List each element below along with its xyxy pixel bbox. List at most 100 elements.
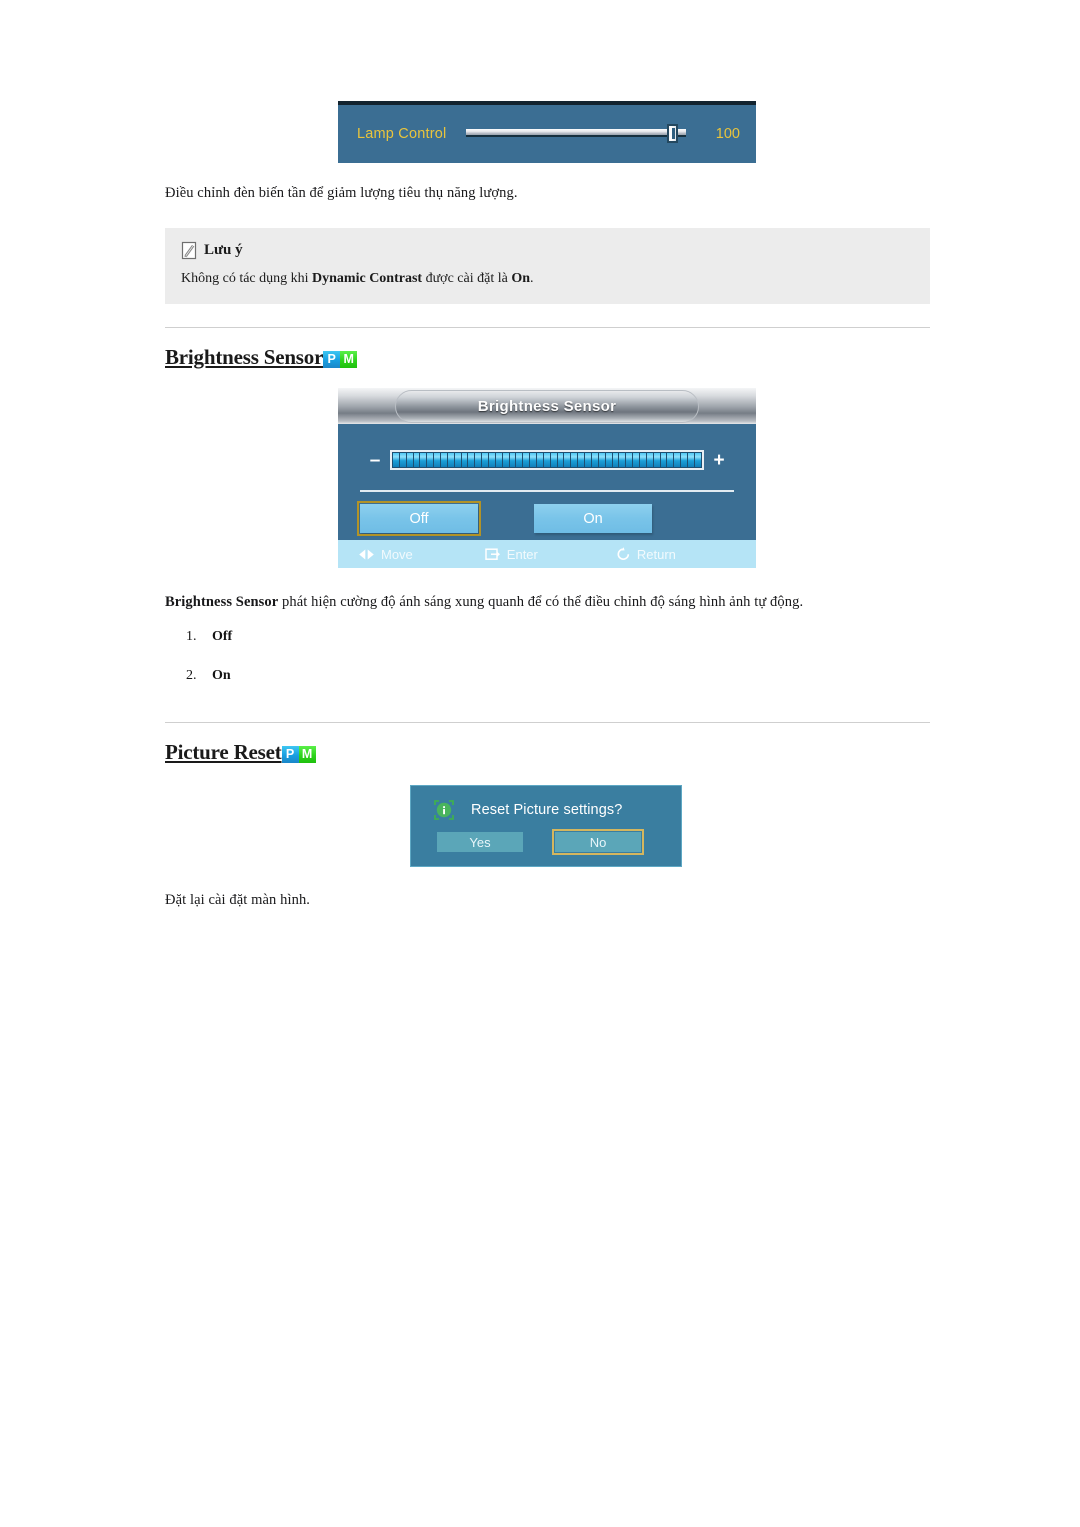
brightness-sensor-caption-term: Brightness Sensor — [165, 594, 279, 610]
section-divider-2 — [165, 722, 930, 723]
brightness-sensor-level-bar[interactable] — [390, 450, 704, 470]
level-segment — [502, 453, 509, 467]
footer-move-item[interactable]: Move — [358, 547, 413, 562]
level-segment — [619, 453, 626, 467]
level-segment — [694, 453, 701, 467]
lamp-control-slider-track — [466, 129, 686, 137]
level-segment — [687, 453, 694, 467]
level-segment — [393, 453, 399, 467]
lamp-control-slider[interactable] — [466, 124, 686, 143]
level-segment — [639, 453, 646, 467]
note-box: Lưu ý Không có tác dụng khi Dynamic Cont… — [165, 228, 930, 304]
level-segment — [660, 453, 667, 467]
move-left-right-icon — [358, 548, 375, 561]
picture-reset-yes-button[interactable]: Yes — [437, 832, 523, 852]
list-item: 1. Off — [186, 629, 232, 645]
level-segment — [482, 453, 489, 467]
brightness-sensor-on-button[interactable]: On — [534, 504, 652, 533]
level-segment — [420, 453, 427, 467]
brightness-sensor-title-pill: Brightness Sensor — [395, 390, 699, 423]
level-segment — [516, 453, 523, 467]
list-item-label: Off — [212, 629, 233, 644]
picture-reset-dialog: Reset Picture settings? Yes No — [410, 785, 682, 867]
brightness-sensor-bar-row: – + — [338, 424, 756, 470]
footer-return-item[interactable]: Return — [616, 547, 676, 562]
level-segment — [667, 453, 674, 467]
heading-brightness-sensor-badges: P M — [323, 351, 358, 370]
brightness-sensor-title: Brightness Sensor — [477, 398, 617, 415]
brightness-sensor-caption: Brightness Sensor phát hiện cường độ ánh… — [165, 592, 803, 613]
badge-m-icon: M — [340, 351, 358, 368]
level-segment — [543, 453, 550, 467]
picture-reset-no-button[interactable]: No — [552, 829, 644, 855]
level-segment — [605, 453, 612, 467]
return-arrow-icon — [616, 547, 631, 561]
heading-picture-reset: Picture Reset P M — [165, 740, 316, 765]
note-pencil-icon — [181, 241, 198, 260]
level-segment — [530, 453, 537, 467]
lamp-control-caption: Điều chỉnh đèn biến tần để giảm lượng ti… — [165, 185, 518, 201]
note-title-row: Lưu ý — [181, 241, 914, 260]
lamp-control-slider-handle[interactable] — [667, 124, 678, 143]
level-segment — [591, 453, 598, 467]
picture-reset-buttons: Yes No — [411, 821, 681, 855]
brightness-sensor-titlebar: Brightness Sensor — [338, 388, 756, 424]
list-item-number: 2. — [186, 668, 197, 683]
picture-reset-message: Reset Picture settings? — [471, 802, 623, 818]
lamp-control-label: Lamp Control — [357, 126, 447, 142]
brightness-sensor-separator — [360, 490, 734, 492]
level-segment — [585, 453, 591, 467]
note-body: Không có tác dụng khi Dynamic Contrast đ… — [181, 269, 914, 289]
level-segment — [454, 453, 461, 467]
footer-move-label: Move — [381, 546, 413, 562]
brightness-sensor-off-button[interactable]: Off — [357, 501, 481, 536]
note-body-middle: được cài đặt là — [422, 271, 512, 286]
note-body-term: Dynamic Contrast — [312, 271, 423, 286]
level-segment — [447, 453, 454, 467]
plus-icon[interactable]: + — [704, 451, 734, 470]
footer-enter-item[interactable]: Enter — [485, 547, 538, 562]
level-segment — [681, 453, 687, 467]
note-body-value: On — [511, 271, 530, 286]
brightness-sensor-body: – + Off On — [338, 424, 756, 540]
level-segment — [564, 453, 571, 467]
list-item: 2. On — [186, 668, 231, 684]
level-segment — [399, 453, 406, 467]
button-spacer — [478, 504, 534, 533]
info-circle-icon — [433, 799, 455, 821]
level-segment — [598, 453, 605, 467]
enter-key-icon — [485, 547, 501, 561]
brightness-sensor-osd: Brightness Sensor – + Off On Move Enter … — [338, 388, 756, 568]
level-segment — [612, 453, 619, 467]
level-segment — [674, 453, 681, 467]
level-segment — [626, 453, 633, 467]
heading-brightness-sensor-text: Brightness Sensor — [165, 345, 324, 369]
level-segment — [578, 453, 585, 467]
level-segment — [523, 453, 530, 467]
lamp-control-osd: Lamp Control 100 — [338, 101, 756, 163]
level-segment — [475, 453, 482, 467]
picture-reset-caption: Đặt lại cài đặt màn hình. — [165, 892, 311, 908]
level-segment — [495, 453, 502, 467]
badge-p-icon: P — [281, 746, 299, 763]
list-item-label: On — [212, 668, 231, 683]
level-segment — [633, 453, 639, 467]
heading-picture-reset-badges: P M — [281, 746, 316, 765]
level-segment — [557, 453, 564, 467]
level-segment — [427, 453, 434, 467]
level-segment — [537, 453, 543, 467]
brightness-sensor-footer: Move Enter Return — [338, 540, 756, 568]
level-segment — [413, 453, 420, 467]
level-segment — [461, 453, 468, 467]
note-body-prefix: Không có tác dụng khi — [181, 271, 313, 286]
button-spacer — [523, 832, 555, 852]
note-body-suffix: . — [530, 271, 534, 286]
minus-icon[interactable]: – — [360, 451, 390, 470]
badge-p-icon: P — [323, 351, 341, 368]
heading-brightness-sensor: Brightness Sensor P M — [165, 345, 358, 370]
level-segment — [653, 453, 660, 467]
level-segment — [434, 453, 441, 467]
picture-reset-message-row: Reset Picture settings? — [411, 786, 681, 821]
level-segment — [441, 453, 447, 467]
level-segment — [406, 453, 413, 467]
